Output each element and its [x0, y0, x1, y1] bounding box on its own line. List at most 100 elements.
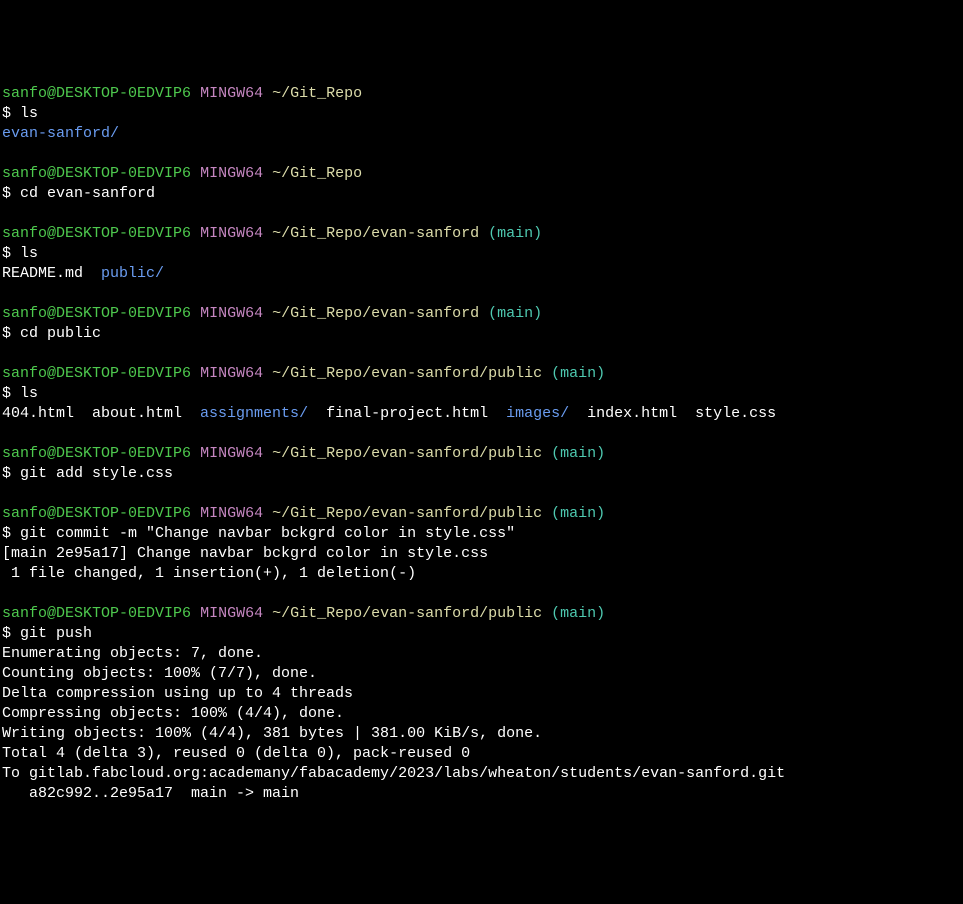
file-entry: README.md [2, 265, 101, 282]
command-text: cd evan-sanford [20, 185, 155, 202]
output-line: Enumerating objects: 7, done. [2, 644, 961, 664]
command-line: $ ls [2, 104, 961, 124]
prompt-user: sanfo [2, 445, 47, 462]
prompt-at: @ [47, 445, 56, 462]
prompt-user: sanfo [2, 505, 47, 522]
directory-entry: assignments/ [200, 405, 308, 422]
command-line: $ cd evan-sanford [2, 184, 961, 204]
prompt-at: @ [47, 225, 56, 242]
output-line: Counting objects: 100% (7/7), done. [2, 664, 961, 684]
prompt-symbol: $ [2, 625, 20, 642]
output-line: a82c992..2e95a17 main -> main [2, 784, 961, 804]
command-text: git commit -m "Change navbar bckgrd colo… [20, 525, 515, 542]
command-line: $ git add style.css [2, 464, 961, 484]
prompt-host: DESKTOP-0EDVIP6 [56, 85, 191, 102]
prompt-branch: (main) [488, 225, 542, 242]
prompt-env: MINGW64 [200, 505, 263, 522]
output-line: 1 file changed, 1 insertion(+), 1 deleti… [2, 564, 961, 584]
prompt-env: MINGW64 [200, 365, 263, 382]
prompt-env: MINGW64 [200, 305, 263, 322]
prompt-symbol: $ [2, 105, 20, 122]
prompt-symbol: $ [2, 385, 20, 402]
prompt-branch: (main) [551, 445, 605, 462]
blank-line [2, 424, 961, 444]
blank-line [2, 204, 961, 224]
output-line: Writing objects: 100% (4/4), 381 bytes |… [2, 724, 961, 744]
prompt-user: sanfo [2, 305, 47, 322]
command-line: $ ls [2, 384, 961, 404]
prompt-at: @ [47, 365, 56, 382]
command-line: $ ls [2, 244, 961, 264]
prompt-env: MINGW64 [200, 225, 263, 242]
prompt-branch: (main) [488, 305, 542, 322]
prompt-line: sanfo@DESKTOP-0EDVIP6 MINGW64 ~/Git_Repo [2, 84, 961, 104]
command-text: ls [20, 385, 38, 402]
file-entry: index.html style.css [569, 405, 776, 422]
blank-line [2, 344, 961, 364]
prompt-user: sanfo [2, 225, 47, 242]
prompt-host: DESKTOP-0EDVIP6 [56, 365, 191, 382]
prompt-at: @ [47, 305, 56, 322]
prompt-path: ~/Git_Repo [272, 165, 362, 182]
prompt-at: @ [47, 605, 56, 622]
output-line: README.md public/ [2, 264, 961, 284]
output-line: evan-sanford/ [2, 124, 961, 144]
prompt-host: DESKTOP-0EDVIP6 [56, 605, 191, 622]
prompt-path: ~/Git_Repo/evan-sanford/public [272, 445, 542, 462]
command-line: $ git commit -m "Change navbar bckgrd co… [2, 524, 961, 544]
terminal-window[interactable]: sanfo@DESKTOP-0EDVIP6 MINGW64 ~/Git_Repo… [2, 84, 961, 804]
prompt-env: MINGW64 [200, 445, 263, 462]
prompt-host: DESKTOP-0EDVIP6 [56, 505, 191, 522]
prompt-at: @ [47, 165, 56, 182]
command-line: $ cd public [2, 324, 961, 344]
output-line: Compressing objects: 100% (4/4), done. [2, 704, 961, 724]
prompt-branch: (main) [551, 505, 605, 522]
prompt-user: sanfo [2, 605, 47, 622]
command-text: ls [20, 105, 38, 122]
prompt-path: ~/Git_Repo/evan-sanford/public [272, 605, 542, 622]
prompt-line: sanfo@DESKTOP-0EDVIP6 MINGW64 ~/Git_Repo… [2, 304, 961, 324]
prompt-host: DESKTOP-0EDVIP6 [56, 225, 191, 242]
prompt-user: sanfo [2, 165, 47, 182]
prompt-env: MINGW64 [200, 605, 263, 622]
prompt-line: sanfo@DESKTOP-0EDVIP6 MINGW64 ~/Git_Repo… [2, 504, 961, 524]
prompt-symbol: $ [2, 185, 20, 202]
prompt-at: @ [47, 85, 56, 102]
prompt-host: DESKTOP-0EDVIP6 [56, 165, 191, 182]
prompt-path: ~/Git_Repo/evan-sanford [272, 225, 479, 242]
blank-line [2, 484, 961, 504]
prompt-path: ~/Git_Repo/evan-sanford [272, 305, 479, 322]
prompt-user: sanfo [2, 85, 47, 102]
prompt-env: MINGW64 [200, 85, 263, 102]
blank-line [2, 584, 961, 604]
prompt-symbol: $ [2, 525, 20, 542]
directory-entry: images/ [506, 405, 569, 422]
command-line: $ git push [2, 624, 961, 644]
output-line: Total 4 (delta 3), reused 0 (delta 0), p… [2, 744, 961, 764]
output-line: 404.html about.html assignments/ final-p… [2, 404, 961, 424]
command-text: git add style.css [20, 465, 173, 482]
prompt-branch: (main) [551, 365, 605, 382]
prompt-path: ~/Git_Repo/evan-sanford/public [272, 365, 542, 382]
directory-entry: public/ [101, 265, 164, 282]
blank-line [2, 144, 961, 164]
prompt-path: ~/Git_Repo [272, 85, 362, 102]
prompt-line: sanfo@DESKTOP-0EDVIP6 MINGW64 ~/Git_Repo… [2, 604, 961, 624]
directory-entry: evan-sanford/ [2, 125, 119, 142]
prompt-host: DESKTOP-0EDVIP6 [56, 305, 191, 322]
prompt-at: @ [47, 505, 56, 522]
output-line: To gitlab.fabcloud.org:academany/fabacad… [2, 764, 961, 784]
file-entry: 404.html about.html [2, 405, 200, 422]
prompt-line: sanfo@DESKTOP-0EDVIP6 MINGW64 ~/Git_Repo [2, 164, 961, 184]
prompt-symbol: $ [2, 325, 20, 342]
prompt-path: ~/Git_Repo/evan-sanford/public [272, 505, 542, 522]
command-text: ls [20, 245, 38, 262]
prompt-line: sanfo@DESKTOP-0EDVIP6 MINGW64 ~/Git_Repo… [2, 224, 961, 244]
prompt-host: DESKTOP-0EDVIP6 [56, 445, 191, 462]
command-text: cd public [20, 325, 101, 342]
prompt-env: MINGW64 [200, 165, 263, 182]
prompt-line: sanfo@DESKTOP-0EDVIP6 MINGW64 ~/Git_Repo… [2, 444, 961, 464]
output-line: Delta compression using up to 4 threads [2, 684, 961, 704]
output-line: [main 2e95a17] Change navbar bckgrd colo… [2, 544, 961, 564]
blank-line [2, 284, 961, 304]
